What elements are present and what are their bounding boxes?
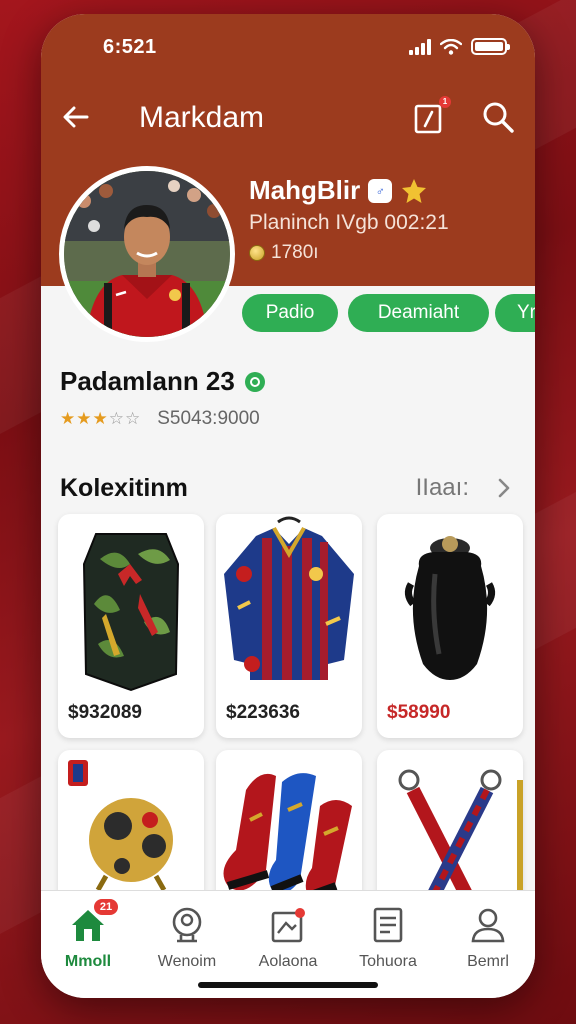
nav-label: Aolaona bbox=[258, 953, 318, 970]
user-icon bbox=[468, 905, 508, 945]
football-boots-image bbox=[223, 773, 352, 900]
player-title-text: Padamlann 23 bbox=[60, 366, 235, 396]
coin-count: 1780ı bbox=[271, 242, 319, 263]
collection-title: Kolexitinm bbox=[60, 474, 188, 502]
status-time: 6:521 bbox=[103, 36, 157, 58]
nav-item-bemrl[interactable]: Bemrl bbox=[448, 905, 528, 971]
nav-label: Bemrl bbox=[467, 953, 509, 970]
profile-name-text: MahgBlir bbox=[249, 175, 361, 205]
collection-card[interactable]: $932089 bbox=[58, 514, 204, 738]
star-rating-icon: ★★★☆☆ bbox=[60, 409, 142, 428]
nav-label: Mmoll bbox=[64, 953, 112, 970]
nav-item-wenoim[interactable]: Wenoim bbox=[147, 905, 227, 971]
search-icon[interactable] bbox=[481, 100, 515, 134]
black-vase-image bbox=[404, 536, 496, 680]
notification-icon bbox=[414, 104, 442, 134]
player-photo bbox=[64, 171, 230, 337]
shin-guard-image bbox=[82, 533, 180, 692]
top-app-bar: Markdam 1 bbox=[61, 96, 515, 138]
nav-item-home[interactable]: 21 Mmoll bbox=[48, 899, 128, 971]
collection-card[interactable] bbox=[58, 750, 204, 910]
item-price: $58990 bbox=[387, 702, 451, 723]
phone-screen: 6:521 Markdam 1 MahgBlir ♂ Planinch IVgb… bbox=[41, 14, 535, 998]
nav-item-aolaona[interactable]: Aolaona bbox=[248, 905, 328, 971]
pill-button[interactable]: Padio bbox=[242, 294, 338, 332]
item-price: $223636 bbox=[226, 702, 300, 723]
golden-ball-image bbox=[68, 760, 173, 892]
collection-card[interactable] bbox=[377, 750, 523, 910]
pill-button[interactable]: Yr bbox=[495, 294, 535, 332]
chevron-right-icon bbox=[498, 478, 510, 498]
nav-label: Wenoim bbox=[157, 953, 217, 970]
view-all-label: IIaaı: bbox=[415, 474, 469, 501]
profile-subtitle: Planinch IVgb 002:21 bbox=[249, 211, 449, 234]
nav-item-tohuora[interactable]: Tohuora bbox=[348, 905, 428, 971]
battery-icon bbox=[471, 38, 510, 55]
star-badge-icon bbox=[402, 178, 427, 203]
notification-badge: 1 bbox=[439, 96, 451, 108]
item-price: $932089 bbox=[68, 702, 142, 723]
view-all-link[interactable]: IIaaı: bbox=[416, 474, 511, 502]
player-title: Padamlann 23 bbox=[60, 366, 265, 397]
page-title: Markdam bbox=[139, 101, 265, 134]
home-icon: 21 bbox=[68, 899, 118, 945]
nav-label: Tohuora bbox=[359, 953, 417, 970]
jersey-image bbox=[224, 516, 354, 680]
lanyards-image bbox=[398, 769, 523, 904]
profile-name: MahgBlir ♂ bbox=[249, 175, 428, 206]
collection-card[interactable]: $58990 bbox=[377, 514, 523, 738]
wifi-icon bbox=[440, 38, 462, 55]
player-rating: ★★★☆☆ S5043:9000 bbox=[60, 408, 260, 430]
coin-icon bbox=[249, 245, 265, 261]
profile-badge-icon bbox=[167, 905, 207, 945]
profile-coins: 1780ı bbox=[249, 242, 319, 264]
status-icons bbox=[409, 38, 510, 55]
nav-badge: 21 bbox=[94, 899, 118, 915]
status-bar: 6:521 bbox=[103, 36, 510, 60]
notification-button[interactable]: 1 bbox=[413, 96, 451, 134]
collection-icon bbox=[268, 905, 308, 945]
home-indicator bbox=[198, 982, 378, 988]
arrow-left-icon[interactable] bbox=[61, 102, 91, 132]
verified-check-icon bbox=[244, 371, 265, 392]
collection-card[interactable]: $223636 bbox=[216, 514, 362, 738]
avatar[interactable] bbox=[59, 166, 235, 342]
pill-button[interactable]: Deamiaht bbox=[348, 294, 489, 332]
verified-icon: ♂ bbox=[368, 178, 393, 203]
collection-card[interactable] bbox=[216, 750, 362, 910]
document-icon bbox=[368, 905, 408, 945]
signal-icon bbox=[409, 38, 431, 55]
player-price: S5043:9000 bbox=[157, 408, 260, 429]
